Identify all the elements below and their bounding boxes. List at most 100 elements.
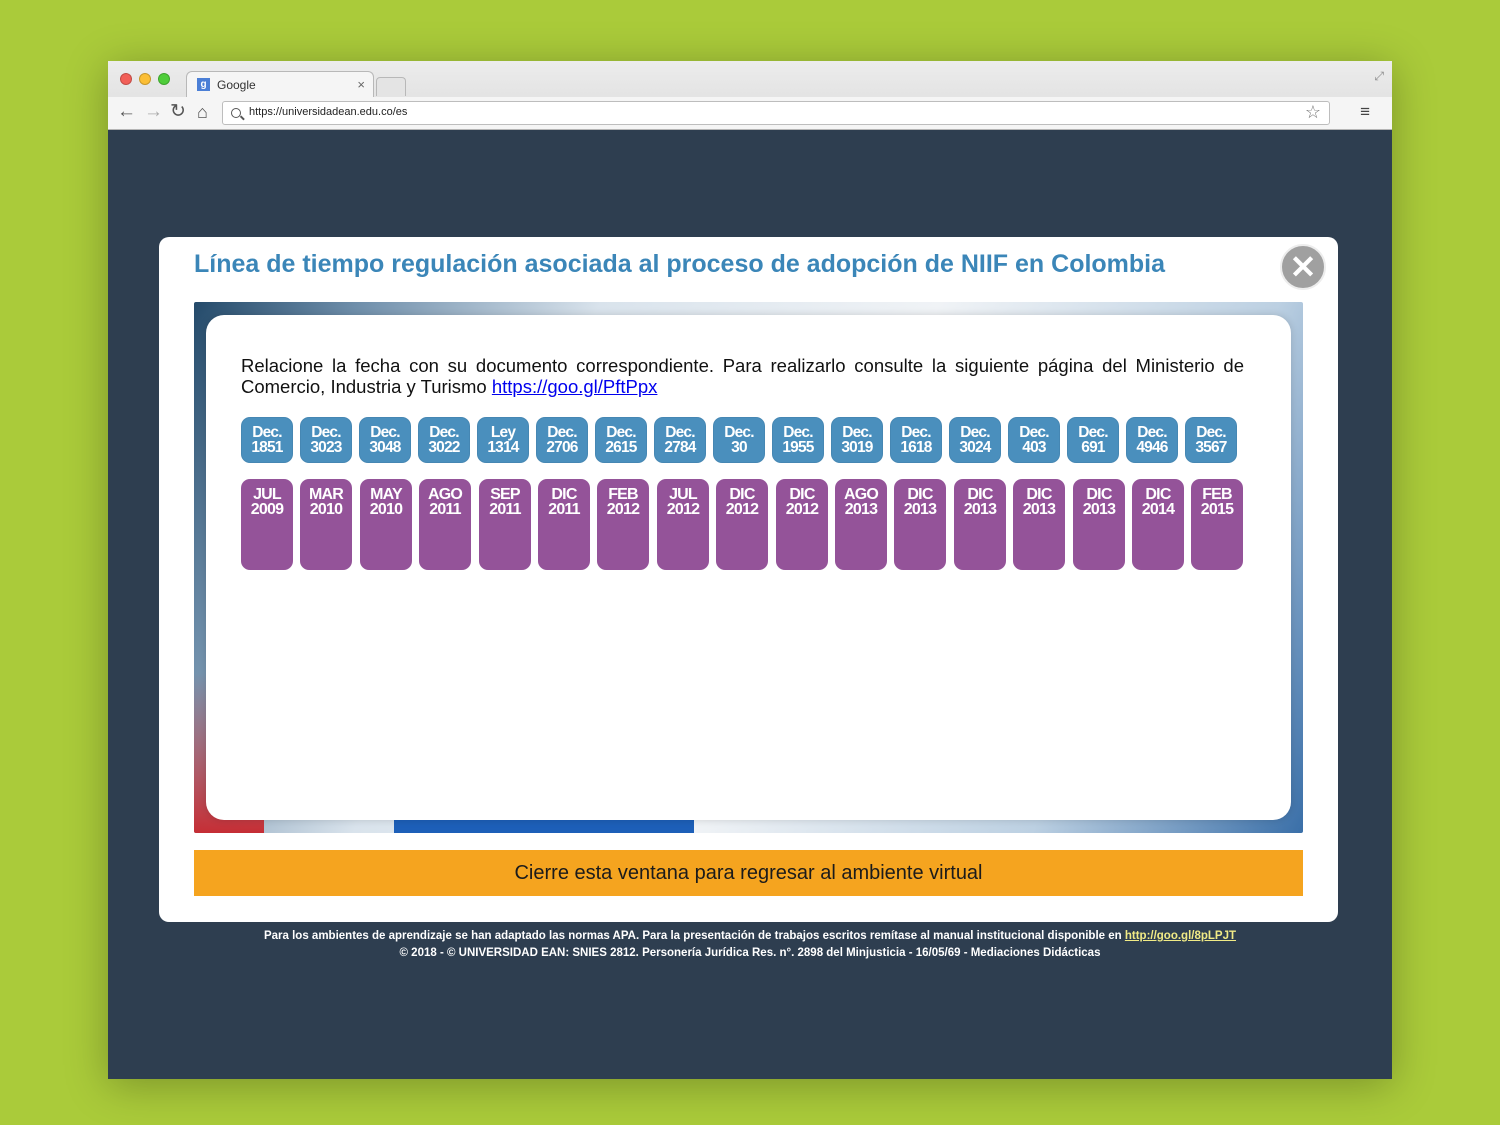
date-chip[interactable]: DIC 2013 xyxy=(1013,479,1065,570)
document-chip-label-top: Dec. xyxy=(960,424,990,441)
document-chip-label-bottom: 2706 xyxy=(546,439,578,456)
date-chip[interactable]: FEB 2015 xyxy=(1191,479,1243,570)
maximize-window-button[interactable] xyxy=(158,73,170,85)
document-chip-label-top: Dec. xyxy=(783,424,813,441)
document-chip[interactable]: Dec. 3022 xyxy=(418,417,470,463)
document-chip-label-bottom: 3048 xyxy=(369,439,401,456)
ministry-link[interactable]: https://goo.gl/PftPpx xyxy=(492,376,658,397)
activity-frame: Relacione la fecha con su documento corr… xyxy=(194,302,1303,833)
date-chip[interactable]: MAY 2010 xyxy=(360,479,412,570)
date-chip-label-top: FEB xyxy=(1202,486,1232,503)
document-chip[interactable]: Ley 1314 xyxy=(477,417,529,463)
browser-tab[interactable]: g Google × xyxy=(186,71,374,98)
document-chip[interactable]: Dec. 3023 xyxy=(300,417,352,463)
date-chip-label-bottom: 2010 xyxy=(309,501,343,518)
date-chip-label-top: JUL xyxy=(669,486,698,503)
document-chip[interactable]: Dec. 3567 xyxy=(1185,417,1237,463)
document-chip[interactable]: Dec. 1851 xyxy=(241,417,293,463)
document-chip-label-bottom: 3567 xyxy=(1195,439,1227,456)
document-chip-label-top: Dec. xyxy=(547,424,577,441)
document-chip[interactable]: Dec. 403 xyxy=(1008,417,1060,463)
minimize-window-button[interactable] xyxy=(139,73,151,85)
close-window-button[interactable] xyxy=(120,73,132,85)
reload-icon[interactable]: ↻ xyxy=(170,100,186,124)
date-chip-label-bottom: 2011 xyxy=(489,501,521,518)
date-chip[interactable]: DIC 2013 xyxy=(954,479,1006,570)
date-chip-label-bottom: 2011 xyxy=(548,501,580,518)
instruction-text: Relacione la fecha con su documento corr… xyxy=(241,355,1244,397)
date-chip-label-top: SEP xyxy=(490,486,520,503)
document-chip-label-bottom: 691 xyxy=(1081,439,1105,456)
date-chip[interactable]: MAR 2010 xyxy=(300,479,352,570)
date-chip-label-top: AGO xyxy=(843,486,879,503)
date-chip-label-bottom: 2012 xyxy=(785,501,819,518)
document-chip[interactable]: Dec. 2615 xyxy=(595,417,647,463)
bookmark-star-icon[interactable]: ☆ xyxy=(1305,102,1321,123)
browser-chrome: g Google × ⤢ ← → ↻ ⌂ https://universidad… xyxy=(108,61,1392,130)
document-chip[interactable]: Dec. 3048 xyxy=(359,417,411,463)
document-chip-label-top: Dec. xyxy=(1019,424,1049,441)
document-chip-label-bottom: 4946 xyxy=(1136,439,1168,456)
date-chip[interactable]: FEB 2012 xyxy=(597,479,649,570)
date-chip[interactable]: DIC 2012 xyxy=(716,479,768,570)
date-chip[interactable]: DIC 2013 xyxy=(894,479,946,570)
document-chip[interactable]: Dec. 2706 xyxy=(536,417,588,463)
document-chip[interactable]: Dec. 691 xyxy=(1067,417,1119,463)
document-chip[interactable]: Dec. 1618 xyxy=(890,417,942,463)
document-chip-label-top: Dec. xyxy=(370,424,400,441)
document-chip[interactable]: Dec. 2784 xyxy=(654,417,706,463)
timeline-modal: Línea de tiempo regulación asociada al p… xyxy=(159,237,1338,922)
date-chip-label-top: JUL xyxy=(253,486,282,503)
date-chip-label-top: DIC xyxy=(789,486,815,503)
fullscreen-icon[interactable]: ⤢ xyxy=(1374,69,1384,84)
date-chip-label-bottom: 2013 xyxy=(1022,501,1056,518)
date-chip[interactable]: DIC 2014 xyxy=(1132,479,1184,570)
date-chip-label-bottom: 2013 xyxy=(963,501,997,518)
document-chip[interactable]: Dec. 30 xyxy=(713,417,765,463)
date-chip-label-bottom: 2010 xyxy=(369,501,403,518)
hamburger-menu-icon[interactable]: ≡ xyxy=(1360,101,1370,123)
document-chip-label-top: Dec. xyxy=(1137,424,1167,441)
document-chip-label-top: Ley xyxy=(490,424,516,441)
date-chip-label-top: DIC xyxy=(907,486,933,503)
date-chip-label-top: MAY xyxy=(370,486,402,503)
date-chip[interactable]: AGO 2011 xyxy=(419,479,471,570)
document-chip[interactable]: Dec. 1955 xyxy=(772,417,824,463)
document-chip-label-bottom: 3019 xyxy=(841,439,873,456)
date-chip-label-top: DIC xyxy=(551,486,577,503)
date-chip[interactable]: DIC 2012 xyxy=(776,479,828,570)
date-chip-label-bottom: 2012 xyxy=(606,501,640,518)
footer-line-1: Para los ambientes de aprendizaje se han… xyxy=(108,928,1392,945)
date-chip[interactable]: AGO 2013 xyxy=(835,479,887,570)
date-chip-label-bottom: 2015 xyxy=(1200,501,1234,518)
google-favicon-icon: g xyxy=(197,78,210,91)
tab-close-icon[interactable]: × xyxy=(357,77,365,92)
date-chip-label-bottom: 2013 xyxy=(844,501,878,518)
document-chip-label-top: Dec. xyxy=(606,424,636,441)
footer-manual-link[interactable]: http://goo.gl/8pLPJT xyxy=(1125,930,1236,942)
date-chip-label-top: MAR xyxy=(308,486,344,503)
document-chip-label-top: Dec. xyxy=(1196,424,1226,441)
date-chip-label-top: DIC xyxy=(1145,486,1171,503)
date-chip[interactable]: JUL 2009 xyxy=(241,479,293,570)
return-button[interactable]: Cierre esta ventana para regresar al amb… xyxy=(194,850,1303,896)
date-chip-label-bottom: 2011 xyxy=(429,501,461,518)
date-chip[interactable]: SEP 2011 xyxy=(479,479,531,570)
home-icon[interactable]: ⌂ xyxy=(197,100,208,124)
date-chip[interactable]: JUL 2012 xyxy=(657,479,709,570)
date-chip[interactable]: DIC 2013 xyxy=(1073,479,1125,570)
search-icon xyxy=(231,108,241,118)
tab-title: Google xyxy=(217,78,256,92)
new-tab-button[interactable] xyxy=(376,77,406,96)
close-modal-button[interactable]: ✕ xyxy=(1280,244,1326,290)
address-bar[interactable]: https://universidadean.edu.co/es ☆ xyxy=(222,101,1330,125)
instruction-body: Relacione la fecha con su documento corr… xyxy=(241,355,1244,397)
forward-arrow-icon[interactable]: → xyxy=(144,100,163,124)
document-chip[interactable]: Dec. 4946 xyxy=(1126,417,1178,463)
document-chip[interactable]: Dec. 3024 xyxy=(949,417,1001,463)
back-arrow-icon[interactable]: ← xyxy=(117,100,136,124)
activity-panel: Relacione la fecha con su documento corr… xyxy=(206,315,1291,820)
document-chip-label-top: Dec. xyxy=(901,424,931,441)
date-chip[interactable]: DIC 2011 xyxy=(538,479,590,570)
document-chip[interactable]: Dec. 3019 xyxy=(831,417,883,463)
